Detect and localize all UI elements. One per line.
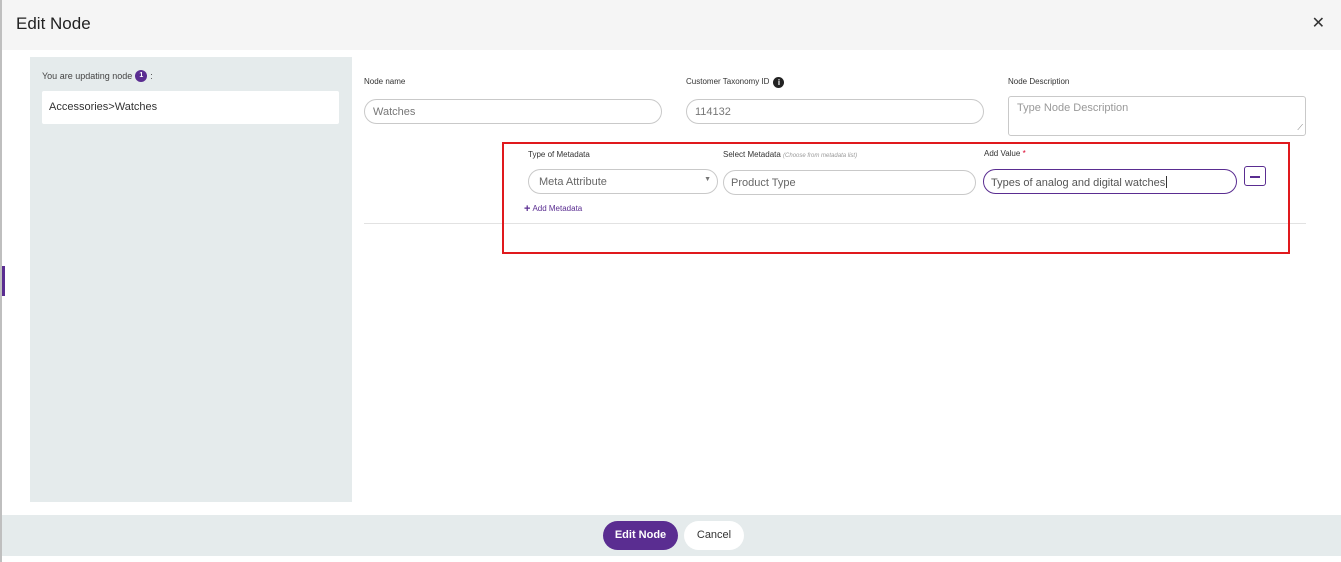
taxonomy-id-value: 114132 <box>695 106 731 118</box>
taxonomy-id-label: Customer Taxonomy ID i <box>686 77 785 88</box>
node-description-textarea[interactable]: Type Node Description ⟋ <box>1008 96 1306 136</box>
highlight-box <box>502 142 1290 254</box>
modal-title: Edit Node <box>16 14 91 33</box>
node-count-badge: 1 <box>135 70 148 82</box>
taxonomy-id-label-text: Customer Taxonomy ID <box>686 77 770 86</box>
node-name-value: Watches <box>373 106 416 118</box>
node-description-label: Node Description <box>1008 77 1070 86</box>
node-path: Accessories>Watches <box>42 91 339 124</box>
cancel-button[interactable]: Cancel <box>684 521 744 550</box>
updating-label: You are updating node <box>42 71 133 81</box>
node-path-panel: You are updating node 1 : Accessories>Wa… <box>30 57 352 502</box>
node-name-label: Node name <box>364 77 406 86</box>
node-name-input[interactable]: Watches <box>364 99 662 124</box>
colon-text: : <box>150 71 153 81</box>
edit-node-button[interactable]: Edit Node <box>603 521 678 550</box>
background-edge <box>2 266 5 296</box>
updating-node-text: You are updating node 1 : <box>42 70 153 82</box>
node-description-placeholder: Type Node Description <box>1017 102 1129 114</box>
edit-node-modal: Edit Node ✕ You are updating node 1 : Ac… <box>0 0 1341 562</box>
modal-header: Edit Node ✕ <box>2 0 1341 50</box>
resize-handle-icon[interactable]: ⟋ <box>1297 123 1303 133</box>
taxonomy-id-input[interactable]: 114132 <box>686 99 984 124</box>
close-icon[interactable]: ✕ <box>1312 16 1325 32</box>
info-icon[interactable]: i <box>773 77 785 88</box>
